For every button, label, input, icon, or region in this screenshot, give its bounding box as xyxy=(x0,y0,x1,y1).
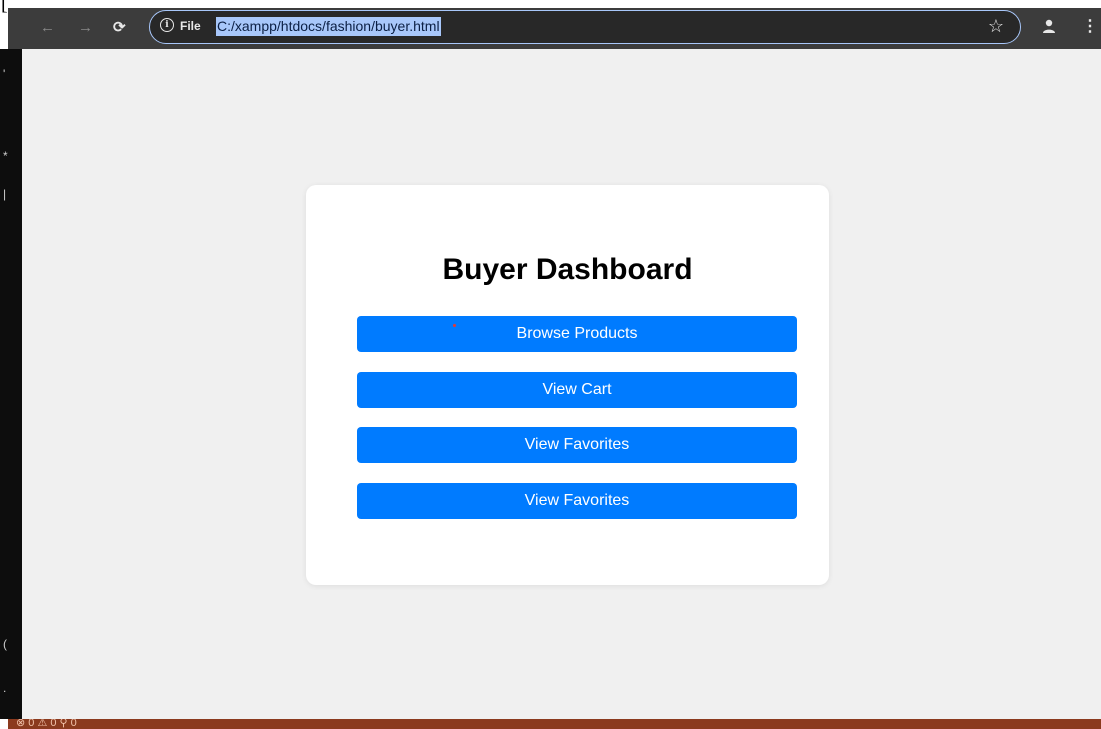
view-favorites-button[interactable]: View Favorites xyxy=(357,427,797,463)
page-viewport: Buyer Dashboard Browse Products View Car… xyxy=(22,49,1101,719)
star-icon[interactable]: ☆ xyxy=(988,16,1004,37)
person-icon[interactable] xyxy=(1041,18,1057,34)
mouse-cursor-marker xyxy=(453,324,456,327)
sliver-mark: . xyxy=(3,681,7,695)
sliver-mark: ( xyxy=(3,637,7,651)
url-input[interactable]: C:/xampp/htdocs/fashion/buyer.html xyxy=(216,17,441,36)
view-favorites-button-2[interactable]: View Favorites xyxy=(357,483,797,519)
sliver-mark: | xyxy=(3,187,7,201)
editor-sidebar-sliver: ' * | ( . xyxy=(0,49,22,719)
page-title: Buyer Dashboard xyxy=(442,253,693,286)
sliver-mark: * xyxy=(3,149,8,163)
sliver-mark: ' xyxy=(3,67,6,81)
view-cart-button[interactable]: View Cart xyxy=(357,372,797,408)
status-bar: ⊗ 0 ⚠ 0 ⚲ 0 xyxy=(8,719,1101,729)
screenshot-frame: [ ← → ⟳ i File C:/xampp/htdocs/fashion/b… xyxy=(0,0,1101,729)
browse-products-button[interactable]: Browse Products xyxy=(357,316,797,352)
kebab-menu-icon[interactable]: ⋮ xyxy=(1082,16,1098,36)
reload-icon[interactable]: ⟳ xyxy=(113,18,126,38)
window-corner-glyph: [ xyxy=(1,0,8,15)
site-info-label[interactable]: File xyxy=(180,19,201,33)
address-bar[interactable]: i File C:/xampp/htdocs/fashion/buyer.htm… xyxy=(149,10,1021,44)
browser-toolbar: ← → ⟳ i File C:/xampp/htdocs/fashion/buy… xyxy=(8,8,1101,49)
forward-arrow-icon[interactable]: → xyxy=(78,18,93,38)
status-bar-text: ⊗ 0 ⚠ 0 ⚲ 0 xyxy=(16,719,77,729)
back-arrow-icon[interactable]: ← xyxy=(40,18,55,38)
site-info-icon[interactable]: i xyxy=(160,18,174,32)
dashboard-card: Buyer Dashboard Browse Products View Car… xyxy=(306,185,829,585)
